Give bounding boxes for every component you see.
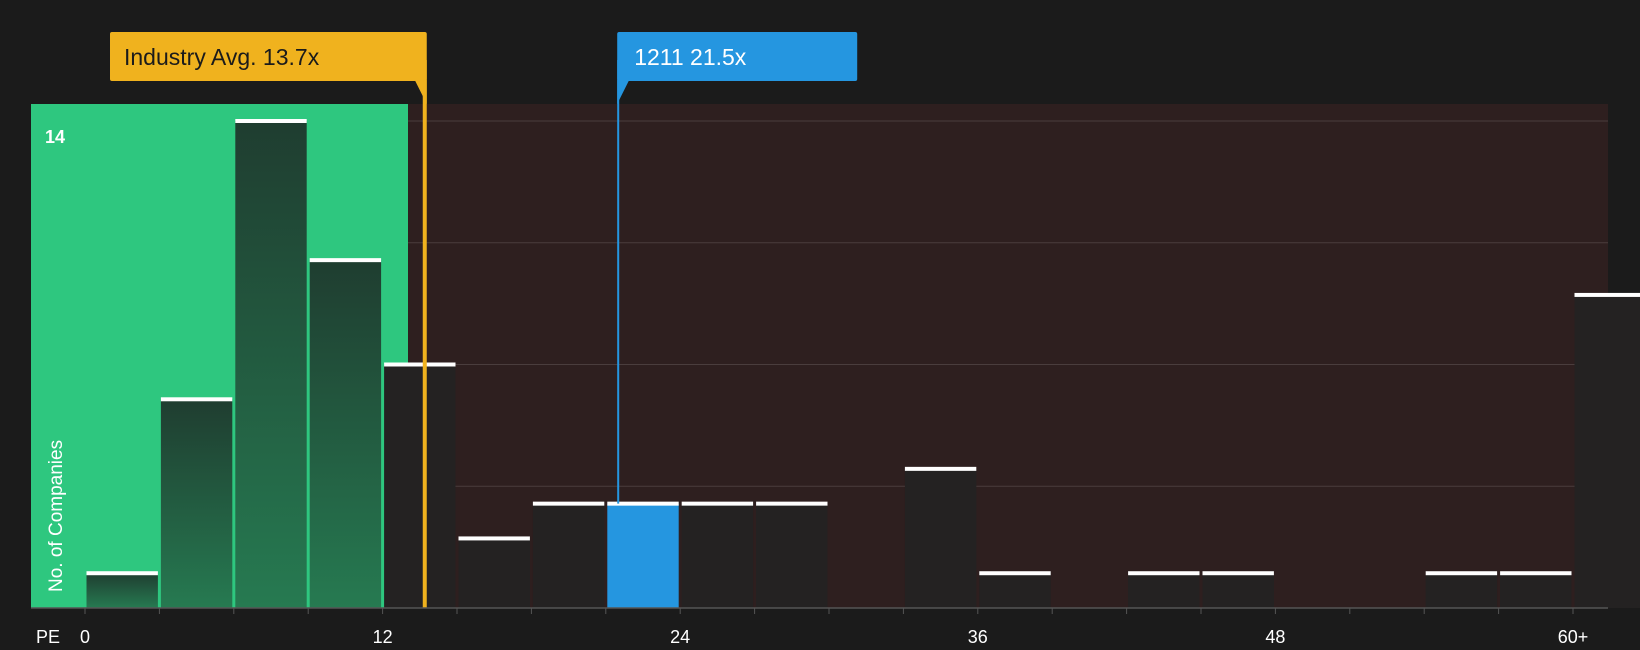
industry-avg-label: Industry Avg. 13.7x [124, 44, 320, 70]
bar-cap [1425, 571, 1498, 576]
bar-cap [160, 397, 233, 402]
industry-avg-pointer [414, 80, 427, 104]
bar [1128, 573, 1200, 608]
bar [681, 503, 754, 608]
company-pointer [617, 80, 630, 104]
bar-cap [904, 466, 977, 471]
bar-cap [1128, 571, 1200, 576]
bar-cap [756, 501, 828, 506]
bar [904, 468, 977, 608]
x-tick-label: 36 [968, 627, 988, 647]
x-tick-label: 24 [670, 627, 690, 647]
bar [235, 121, 307, 608]
y-axis-label: No. of Companies [46, 440, 67, 592]
bar-cap [384, 362, 456, 367]
x-tick-label: 60+ [1558, 627, 1589, 647]
bar [756, 503, 828, 608]
company-line [617, 60, 620, 504]
bar-cap [681, 501, 754, 506]
x-tick-label: 48 [1265, 627, 1285, 647]
bar [979, 573, 1051, 608]
bar [86, 573, 158, 608]
bar [458, 538, 530, 608]
y-tick-label: 14 [45, 127, 65, 147]
callouts: Industry Avg. 13.7x 1211 21.5x [110, 32, 858, 104]
bar [1500, 573, 1572, 608]
x-tick-label: 0 [80, 627, 90, 647]
pe-distribution-chart: 0 12 24 36 48 60+ PE 14 No. of Companies Industr… [0, 0, 1640, 650]
bar-cap [86, 571, 158, 576]
bar-cap [309, 258, 382, 263]
bar-cap [979, 571, 1051, 576]
bar-cap [458, 536, 530, 541]
bar [532, 503, 605, 608]
bar [309, 260, 382, 608]
bar-cap [1500, 571, 1572, 576]
bar [384, 364, 456, 608]
bar [1202, 573, 1274, 608]
company-label: 1211 21.5x [634, 44, 747, 70]
chart-canvas: 0 12 24 36 48 60+ PE 14 No. of Companies Industr… [31, 32, 1640, 647]
bar-cap [532, 501, 605, 506]
industry-avg-line [422, 60, 427, 608]
x-tick-label: 12 [373, 627, 393, 647]
bar-cap [1574, 292, 1640, 297]
x-axis-label: PE [36, 627, 60, 647]
bar [1425, 573, 1498, 608]
bar [160, 399, 233, 608]
bar [607, 503, 679, 608]
bar [1574, 294, 1640, 608]
bar-cap [235, 119, 307, 123]
bar-cap [1202, 571, 1274, 576]
